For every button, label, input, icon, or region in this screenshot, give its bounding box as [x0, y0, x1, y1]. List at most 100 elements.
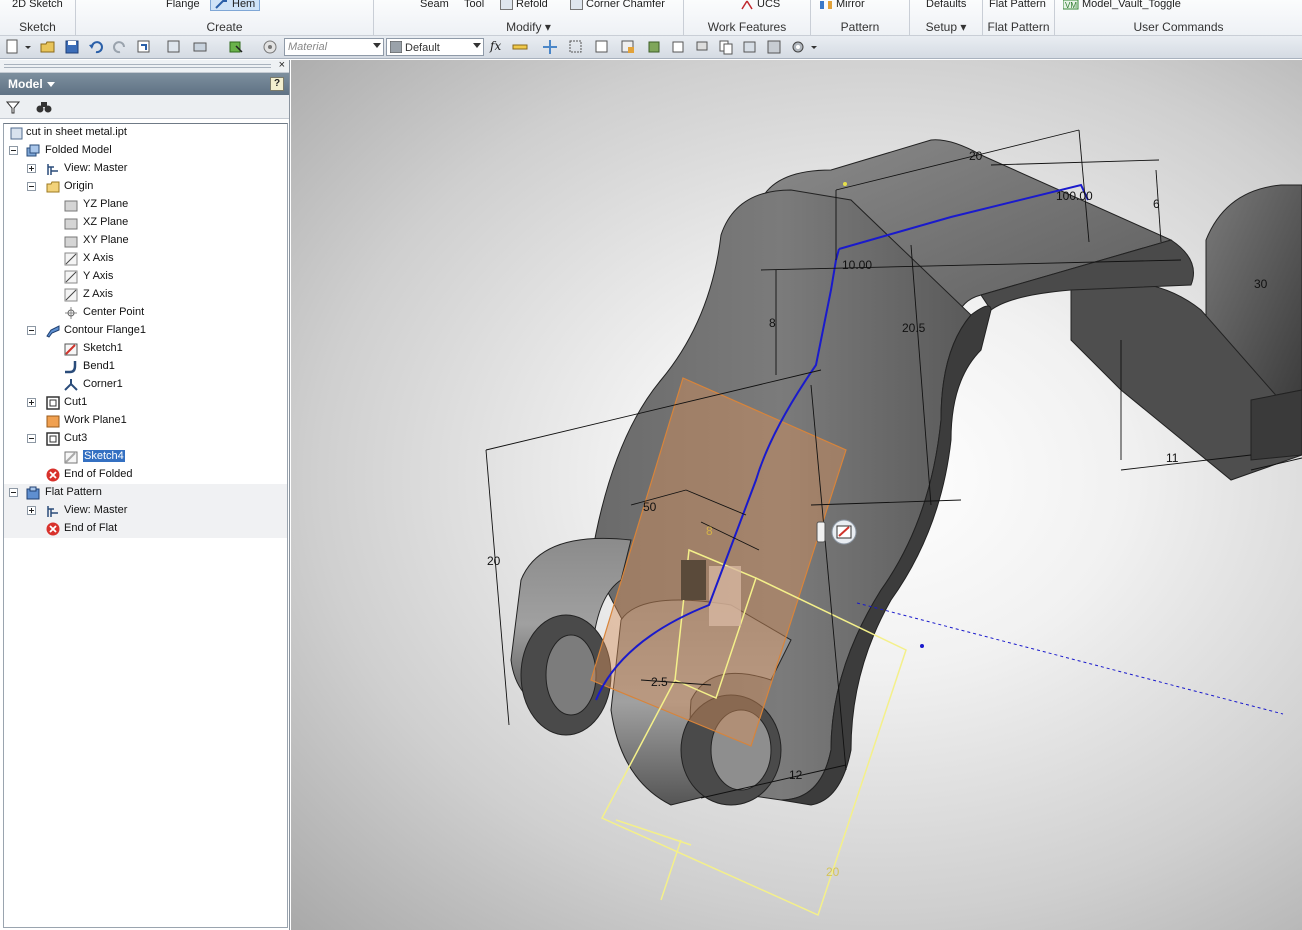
tree-item-cut1[interactable]: Cut1: [4, 394, 287, 412]
corner-chamfer-button[interactable]: Corner Chamfer: [570, 0, 665, 11]
tree-item-folded-model[interactable]: Folded Model: [4, 142, 287, 160]
tree-item-y-axis[interactable]: Y Axis: [4, 268, 287, 286]
graphics-viewport[interactable]: 20 100.00 6 10.00 8 20.5 30 11 50 8 20 2…: [291, 60, 1302, 930]
hidden-edges-icon[interactable]: [670, 39, 686, 55]
view-face-icon[interactable]: [620, 39, 636, 55]
dim-text[interactable]: 2.5: [651, 675, 668, 689]
save-icon[interactable]: [64, 39, 80, 55]
tree-item-yz-plane[interactable]: YZ Plane: [4, 196, 287, 214]
dim-text[interactable]: 20: [826, 865, 840, 879]
sketch-point-yellow[interactable]: [843, 182, 847, 186]
find-binoculars-icon[interactable]: [36, 100, 52, 114]
undo-icon[interactable]: [88, 39, 104, 55]
tree-item-part[interactable]: cut in sheet metal.ipt: [4, 124, 287, 142]
open-icon[interactable]: [40, 39, 56, 55]
sketch-edit-glyph[interactable]: [816, 519, 857, 545]
shaded-icon[interactable]: [646, 39, 662, 55]
flange-button[interactable]: Flange: [166, 0, 200, 11]
sketch-point[interactable]: [920, 644, 924, 648]
zoom-all-icon[interactable]: [594, 39, 610, 55]
mirror-button[interactable]: Mirror: [819, 0, 865, 11]
update-icon[interactable]: [166, 39, 182, 55]
zoom-window-icon[interactable]: [568, 39, 584, 55]
material-select[interactable]: Material: [284, 38, 384, 56]
tree-item-xz-plane[interactable]: XZ Plane: [4, 214, 287, 232]
tree-item-bend1[interactable]: Bend1: [4, 358, 287, 376]
hem-button[interactable]: Hem: [210, 0, 261, 11]
toolbar-dropdown-icon[interactable]: [810, 39, 818, 55]
model-vault-toggle-button[interactable]: VM Model_Vault_Toggle: [1063, 0, 1181, 11]
defaults-button[interactable]: Defaults: [926, 0, 966, 11]
settings-icon[interactable]: [790, 39, 806, 55]
model-tree: cut in sheet metal.ipt Folded Model View…: [3, 123, 288, 928]
panel-close-icon[interactable]: ×: [279, 59, 285, 71]
dim-text[interactable]: 8: [706, 524, 713, 538]
collapse-icon[interactable]: [27, 326, 36, 335]
hem-label: Hem: [232, 0, 256, 10]
dim-text[interactable]: 30: [1254, 277, 1268, 291]
tree-item-z-axis[interactable]: Z Axis: [4, 286, 287, 304]
tree-item-corner1[interactable]: Corner1: [4, 376, 287, 394]
flat-pattern-button[interactable]: Flat Pattern: [989, 0, 1046, 11]
dim-text[interactable]: 50: [643, 500, 657, 514]
fx-parameters-button[interactable]: fx: [490, 39, 501, 53]
ground-shadow-icon[interactable]: [694, 39, 710, 55]
new-icon[interactable]: [4, 39, 20, 55]
dim-text[interactable]: 20: [487, 554, 501, 568]
dim-text[interactable]: 20.5: [902, 321, 926, 335]
ucs-button[interactable]: UCS: [740, 0, 780, 11]
select-icon[interactable]: [228, 39, 244, 55]
dim-text[interactable]: 12: [789, 768, 803, 782]
dim-text[interactable]: 11: [1166, 451, 1179, 465]
group-label-setup[interactable]: Setup ▾: [910, 20, 982, 34]
group-label-modify[interactable]: Modify ▾: [374, 20, 683, 34]
collapse-icon[interactable]: [27, 182, 36, 191]
panel-grip-bar[interactable]: ×: [0, 59, 289, 73]
appearance-select[interactable]: Default: [386, 38, 484, 56]
tool-button[interactable]: Tool: [464, 0, 484, 11]
expand-icon[interactable]: [27, 164, 36, 173]
filter-icon[interactable]: [6, 100, 20, 114]
tree-item-end-of-folded[interactable]: End of Folded: [4, 466, 287, 484]
tree-item-view-master[interactable]: View: Master: [4, 160, 287, 178]
return-icon[interactable]: [136, 39, 152, 55]
tree-item-center-point[interactable]: Center Point: [4, 304, 287, 322]
tree-item-label: Sketch1: [83, 342, 123, 354]
visual-style-icon[interactable]: [766, 39, 782, 55]
dim-text[interactable]: 10.00: [842, 258, 872, 272]
tree-item-flat-pattern[interactable]: Flat Pattern: [4, 484, 287, 502]
tree-item-cut3[interactable]: Cut3: [4, 430, 287, 448]
2d-sketch-button[interactable]: 2D Sketch: [12, 0, 63, 11]
refold-button[interactable]: Refold: [500, 0, 548, 11]
expand-icon[interactable]: [27, 398, 36, 407]
sketch-toolbar-icon[interactable]: [192, 39, 208, 55]
new-dropdown-icon[interactable]: [24, 39, 32, 55]
collapse-icon[interactable]: [27, 434, 36, 443]
browser-title-dropdown[interactable]: Model: [8, 77, 55, 91]
tree-item-end-of-flat[interactable]: End of Flat: [4, 520, 287, 538]
tree-item-sketch4[interactable]: Sketch4: [4, 448, 287, 466]
help-icon[interactable]: ?: [270, 77, 284, 91]
dim-text[interactable]: 8: [769, 316, 776, 330]
redo-icon[interactable]: [112, 39, 128, 55]
tree-item-flat-view-master[interactable]: View: Master: [4, 502, 287, 520]
appearance-icon[interactable]: [262, 39, 278, 55]
section-icon[interactable]: [742, 39, 758, 55]
expand-icon[interactable]: [27, 506, 36, 515]
dim-text[interactable]: 6: [1153, 197, 1160, 211]
dim-text[interactable]: 20: [969, 149, 983, 163]
collapse-icon[interactable]: [9, 146, 18, 155]
seam-button[interactable]: Seam: [420, 0, 449, 11]
tree-item-origin[interactable]: Origin: [4, 178, 287, 196]
copy-icon[interactable]: [718, 39, 734, 55]
panel-grip[interactable]: [4, 64, 271, 68]
tree-item-xy-plane[interactable]: XY Plane: [4, 232, 287, 250]
move-icon[interactable]: [542, 39, 558, 55]
measure-icon[interactable]: [512, 39, 528, 55]
tree-item-sketch1[interactable]: Sketch1: [4, 340, 287, 358]
tree-item-contour-flange[interactable]: Contour Flange1: [4, 322, 287, 340]
collapse-icon[interactable]: [9, 488, 18, 497]
tree-item-work-plane1[interactable]: Work Plane1: [4, 412, 287, 430]
dim-text[interactable]: 100.00: [1056, 189, 1093, 203]
tree-item-x-axis[interactable]: X Axis: [4, 250, 287, 268]
